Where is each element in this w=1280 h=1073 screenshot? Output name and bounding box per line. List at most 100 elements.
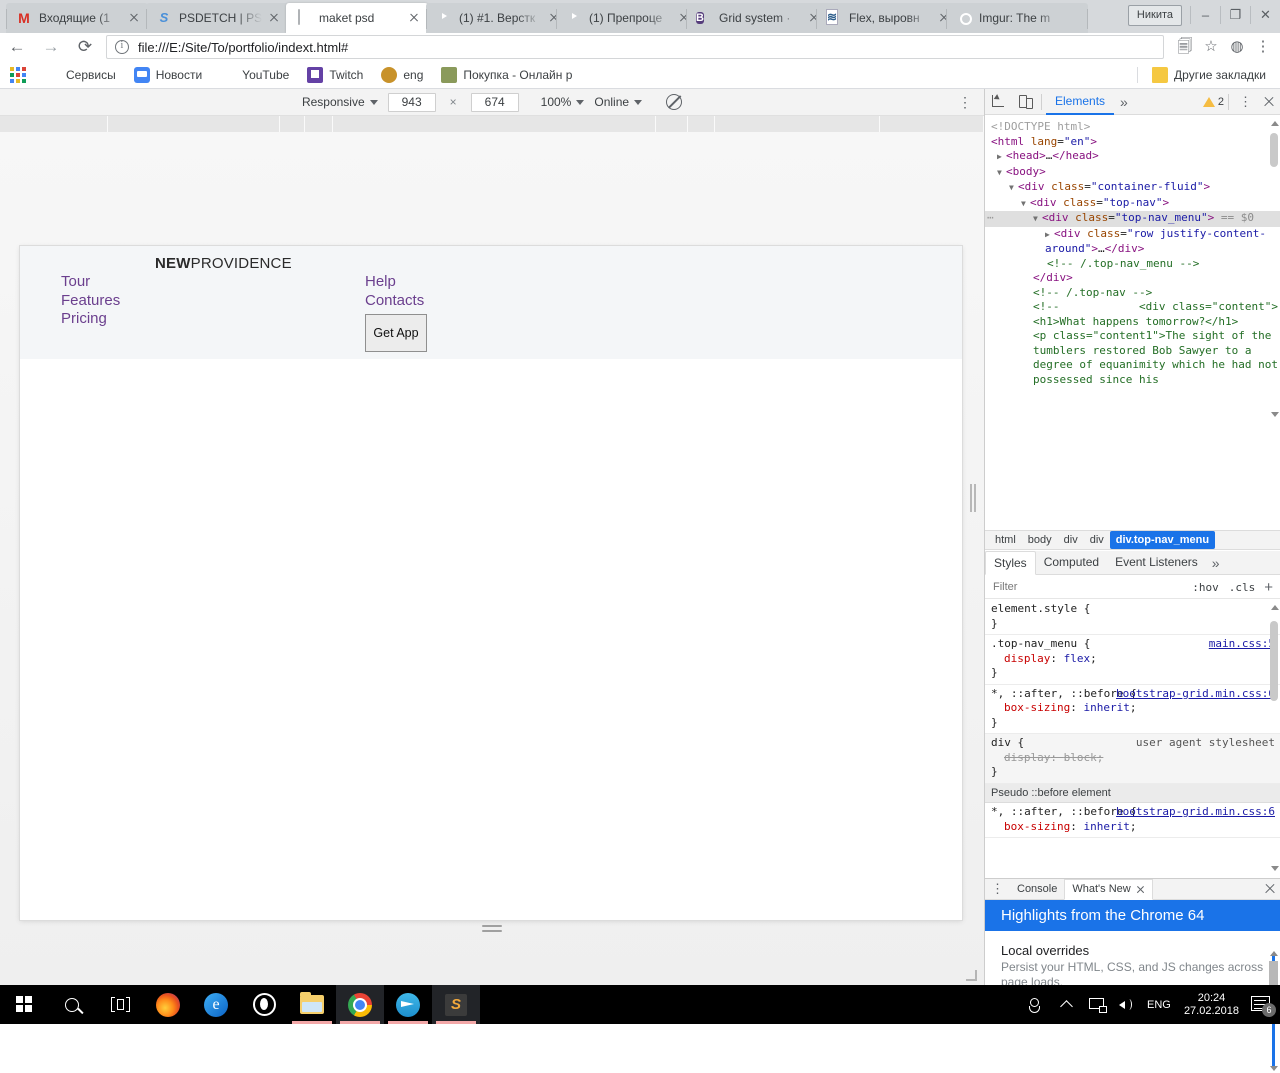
dom-line[interactable]: ▶<head>…</head> <box>985 149 1280 165</box>
viewport-resize-handle[interactable] <box>482 925 502 937</box>
rule-selector[interactable]: *, ::after, ::before { <box>991 687 1137 700</box>
tab-event-listeners[interactable]: Event Listeners <box>1107 551 1206 575</box>
new-style-rule-button[interactable]: + <box>1260 579 1277 596</box>
style-rule-user-agent-div[interactable]: user agent stylesheet div { display: blo… <box>985 734 1280 784</box>
dom-line-comment[interactable]: <!-- <div class="content"> <h1>What happ… <box>985 300 1280 387</box>
device-toolbar-menu-icon[interactable]: ⋮ <box>958 95 972 109</box>
browser-tab-5[interactable]: B Grid system · <box>686 3 828 33</box>
close-drawer-icon[interactable] <box>1259 878 1280 900</box>
network-button[interactable] <box>1082 985 1112 1024</box>
taskbar-app-sublime[interactable]: S <box>432 985 480 1024</box>
cls-toggle[interactable]: .cls <box>1224 581 1261 594</box>
close-icon[interactable] <box>406 10 422 26</box>
dom-tree-scrollbar[interactable] <box>1270 119 1278 419</box>
dom-line[interactable]: ▼<div class="top-nav"> <box>985 196 1280 212</box>
css-property[interactable]: box-sizing <box>1004 701 1070 714</box>
nav-link-contacts[interactable]: Contacts <box>365 292 427 311</box>
dom-tree[interactable]: <!DOCTYPE html> <html lang="en"> ▶<head>… <box>985 116 1280 426</box>
breadcrumb-item-body[interactable]: body <box>1022 531 1058 549</box>
dom-line[interactable]: ▼<body> <box>985 165 1280 181</box>
translate-icon[interactable]: 🗐 <box>1172 34 1198 60</box>
breadcrumb-item-selected[interactable]: div.top-nav_menu <box>1110 531 1215 549</box>
breadcrumb-item-div-2[interactable]: div <box>1084 531 1110 549</box>
nav-link-pricing[interactable]: Pricing <box>61 310 120 329</box>
bookmark-item-news[interactable]: Новости <box>126 64 210 86</box>
css-value[interactable]: block <box>1064 751 1097 764</box>
task-view-button[interactable] <box>96 985 144 1024</box>
css-property[interactable]: box-sizing <box>1004 820 1070 833</box>
tab-styles[interactable]: Styles <box>985 551 1036 575</box>
start-button[interactable] <box>0 985 48 1024</box>
styles-scrollbar[interactable] <box>1270 603 1278 873</box>
dom-line[interactable]: <!-- /.top-nav --> <box>985 286 1280 301</box>
style-source-link[interactable]: main.css:5 <box>1209 637 1275 652</box>
device-ruler[interactable] <box>0 116 984 132</box>
taskbar-app-file-explorer[interactable] <box>288 985 336 1024</box>
device-selector[interactable]: Responsive <box>302 95 378 109</box>
site-info-icon[interactable] <box>115 40 129 54</box>
rule-selector[interactable]: element.style { <box>991 602 1275 617</box>
tab-elements[interactable]: Elements <box>1046 89 1114 115</box>
bookmark-item-services[interactable]: Сервисы <box>36 64 124 86</box>
volume-button[interactable] <box>1112 985 1142 1024</box>
close-icon[interactable] <box>266 10 282 26</box>
dom-line[interactable]: <!-- /.top-nav_menu --> <box>985 257 1280 272</box>
toggle-device-toolbar-icon[interactable] <box>1011 89 1037 115</box>
more-panels-icon[interactable]: » <box>1114 94 1134 110</box>
clock[interactable]: 20:24 27.02.2018 <box>1176 992 1247 1018</box>
scroll-up-icon[interactable] <box>1270 951 1278 956</box>
taskbar-app-chrome[interactable] <box>336 985 384 1024</box>
nav-link-tour[interactable]: Tour <box>61 273 120 292</box>
close-devtools-icon[interactable] <box>1258 91 1280 113</box>
dom-line[interactable]: <!DOCTYPE html> <box>985 120 1280 135</box>
throttling-selector[interactable]: Online <box>594 95 642 109</box>
apps-grid-icon[interactable] <box>10 67 26 83</box>
inspect-element-icon[interactable] <box>985 89 1011 115</box>
search-button[interactable] <box>48 985 96 1024</box>
dom-line-selected[interactable]: ▼<div class="top-nav_menu"> == $0⋯ <box>985 211 1280 227</box>
close-window-button[interactable]: ✕ <box>1251 2 1280 28</box>
viewport-height-input[interactable]: 674 <box>471 93 519 112</box>
scroll-up-icon[interactable] <box>1271 605 1279 610</box>
style-source-link[interactable]: bootstrap-grid.min.css:6 <box>1116 687 1275 702</box>
css-value[interactable]: flex <box>1064 652 1091 665</box>
zoom-selector[interactable]: 100% <box>541 95 585 109</box>
devtools-splitter[interactable] <box>968 484 978 524</box>
css-property[interactable]: display <box>1004 751 1050 764</box>
style-rule-box-sizing-1[interactable]: bootstrap-grid.min.css:6 *, ::after, ::b… <box>985 685 1280 735</box>
hov-toggle[interactable]: :hov <box>1187 581 1224 594</box>
whats-new-item-title[interactable]: Local overrides <box>1001 943 1267 958</box>
breadcrumb-item-div[interactable]: div <box>1058 531 1084 549</box>
bookmark-item-shop[interactable]: Покупка - Онлайн р <box>433 64 580 86</box>
dom-line-overflow-icon[interactable]: ⋯ <box>987 211 995 226</box>
site-logo[interactable]: NEWPROVIDENCE <box>155 255 292 272</box>
get-app-button[interactable]: Get App <box>365 314 427 352</box>
bookmark-item-eng[interactable]: eng <box>373 64 431 86</box>
style-source-link[interactable]: bootstrap-grid.min.css:6 <box>1116 805 1275 820</box>
browser-tab-6[interactable]: ≋ Flex, выровн <box>816 3 958 33</box>
style-rule-element-style[interactable]: element.style { } <box>985 600 1280 635</box>
bookmark-item-twitch[interactable]: Twitch <box>299 64 371 86</box>
rule-selector[interactable]: .top-nav_menu { <box>991 637 1090 650</box>
browser-tab-3[interactable]: (1) #1. Верстк <box>426 3 568 33</box>
language-button[interactable]: ENG <box>1142 985 1176 1024</box>
dom-line[interactable]: <html lang="en"> <box>985 135 1280 150</box>
show-hidden-icons-button[interactable] <box>1052 985 1082 1024</box>
rule-selector[interactable]: *, ::after, ::before { <box>991 805 1137 818</box>
chrome-menu-icon[interactable]: ⋮ <box>1250 34 1276 60</box>
rule-selector[interactable]: div { <box>991 736 1024 749</box>
people-button[interactable] <box>1022 985 1052 1024</box>
taskbar-app-edge[interactable]: e <box>192 985 240 1024</box>
bookmark-item-youtube[interactable]: YouTube <box>212 64 297 86</box>
viewport-width-input[interactable]: 943 <box>388 93 436 112</box>
profile-chip[interactable]: Никита <box>1128 5 1182 26</box>
css-value[interactable]: inherit <box>1083 820 1129 833</box>
styles-filter-input[interactable]: Filter <box>989 581 1187 593</box>
new-tab-button[interactable] <box>1058 8 1084 30</box>
taskbar-app-firefox[interactable] <box>144 985 192 1024</box>
nav-link-features[interactable]: Features <box>61 292 120 311</box>
drawer-menu-icon[interactable]: ⋮ <box>985 884 1010 894</box>
tab-console[interactable]: Console <box>1010 879 1064 900</box>
scrollbar-thumb[interactable] <box>1270 621 1278 701</box>
viewport-corner-resize-handle[interactable] <box>966 970 978 982</box>
